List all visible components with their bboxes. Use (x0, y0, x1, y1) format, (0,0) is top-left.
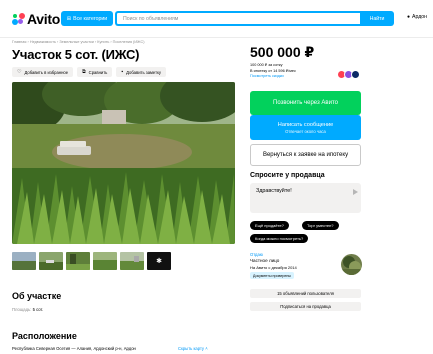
return-button-label: Вернуться к заявке на ипотеку (262, 152, 349, 158)
seller-listings-label: 15 объявлений пользователя (277, 291, 334, 296)
more-photos-button[interactable]: ✱ (147, 252, 171, 270)
seller-since: На Авито с декабря 2014 (250, 265, 297, 270)
photo-thumbnails: ✱ (12, 252, 171, 270)
message-input[interactable]: Здравствуйте! (250, 183, 361, 213)
grid-icon: ⊞ (66, 15, 72, 22)
location-label: Ардон (412, 14, 428, 20)
message-button-label: Написать сообщение (277, 121, 334, 128)
call-button[interactable]: Позвонить через Авито (250, 91, 361, 115)
chevron-up-icon: ˄ (205, 346, 208, 351)
verified-label: Документы проверены (253, 273, 291, 278)
search-input[interactable]: Поиск по объявлениям (115, 11, 362, 26)
chip-label: Ещё продаёте? (255, 223, 284, 228)
search-button[interactable]: Найти (360, 11, 394, 26)
quick-question-chip[interactable]: Когда можно посмотреть? (250, 234, 309, 243)
page: Avito ⊞ Все категории Поиск по объявлени… (0, 0, 433, 354)
hide-map-label: Скрыть карту (178, 346, 205, 351)
message-button[interactable]: Написать сообщение Отвечает около часа (250, 115, 361, 140)
compare-button[interactable]: ⧉ Сравнить (77, 67, 113, 77)
message-text: Здравствуйте! (256, 188, 292, 194)
thumbnail[interactable] (12, 252, 36, 270)
breadcrumb[interactable]: Главная › Недвижимость › Земельные участ… (12, 40, 145, 44)
send-icon[interactable] (353, 189, 358, 195)
seller-label: Отдаю (250, 252, 263, 257)
thumbnail[interactable] (66, 252, 90, 270)
thumbnail[interactable] (39, 252, 63, 270)
area-label: Площадь: (12, 307, 32, 312)
main-photo[interactable] (12, 82, 235, 244)
avatar[interactable] (341, 254, 362, 275)
message-button-sub: Отвечает около часа (285, 128, 326, 134)
chip-label: Когда можно посмотреть? (255, 236, 304, 241)
bank-logo-icon (351, 70, 360, 79)
page-title: Участок 5 сот. (ИЖС) (12, 47, 140, 62)
location-heading: Расположение (12, 331, 77, 341)
note-label: Добавить заметку (126, 69, 162, 75)
verified-badge: Документы проверены (250, 272, 294, 279)
mortgage-info: В ипотеку от 14 596 ₽/мес Посмотреть ски… (250, 69, 296, 79)
price-per-unit: 100 000 ₽ за сотку (250, 63, 283, 67)
avito-logo[interactable]: Avito (12, 11, 60, 27)
logo-dots-icon (12, 12, 25, 26)
thumbnail[interactable] (93, 252, 117, 270)
subscribe-seller-button[interactable]: Подписаться на продавца (250, 302, 361, 311)
logo-text: Avito (27, 11, 60, 27)
thumbnail[interactable] (120, 252, 144, 270)
add-note-button[interactable]: ▪ Добавить заметку (116, 67, 167, 77)
compare-label: Сравнить (88, 69, 108, 75)
top-header: Avito ⊞ Все категории Поиск по объявлени… (0, 0, 433, 38)
area-value: 5 сот. (32, 307, 44, 312)
compare-icon: ⧉ (82, 68, 86, 75)
heart-icon: ♡ (17, 68, 22, 75)
search-placeholder: Поиск по объявлениям (123, 15, 179, 22)
quick-question-chip[interactable]: Торг уместен? (302, 221, 339, 230)
ask-seller-title: Спросите у продавца (250, 172, 325, 179)
about-heading: Об участке (12, 291, 62, 301)
categories-button[interactable]: ⊞ Все категории (61, 11, 113, 26)
seller-listings-button[interactable]: 15 объявлений пользователя (250, 289, 361, 298)
quick-question-chip[interactable]: Ещё продаёте? (250, 221, 289, 230)
search-button-label: Найти (369, 15, 385, 22)
chip-label: Торг уместен? (307, 223, 334, 228)
favorites-label: Добавить в избранное (24, 69, 69, 75)
mortgage-link[interactable]: Посмотреть скидки (250, 74, 296, 79)
seller-type[interactable]: Частное лицо (250, 258, 279, 263)
price: 500 000 ₽ (250, 44, 315, 60)
address: Республика Северная Осетия — Алания, Ард… (12, 346, 136, 351)
add-to-favorites-button[interactable]: ♡ Добавить в избранное (12, 67, 74, 77)
location-selector[interactable]: ● Ардон (407, 14, 427, 20)
note-icon: ▪ (121, 68, 124, 75)
bank-logos (337, 70, 360, 79)
return-to-mortgage-button[interactable]: Вернуться к заявке на ипотеку (250, 144, 361, 166)
more-photos-icon: ✱ (156, 258, 162, 265)
call-button-label: Позвонить через Авито (273, 100, 338, 106)
area-line: Площадь: 5 сот. (12, 307, 43, 312)
categories-label: Все категории (73, 15, 108, 22)
pin-icon: ● (407, 14, 411, 20)
listing-actions: ♡ Добавить в избранное ⧉ Сравнить ▪ Доба… (12, 67, 167, 77)
land-plot-photo (12, 82, 235, 244)
hide-map-link[interactable]: Скрыть карту ˄ (178, 346, 208, 351)
subscribe-label: Подписаться на продавца (280, 304, 331, 309)
